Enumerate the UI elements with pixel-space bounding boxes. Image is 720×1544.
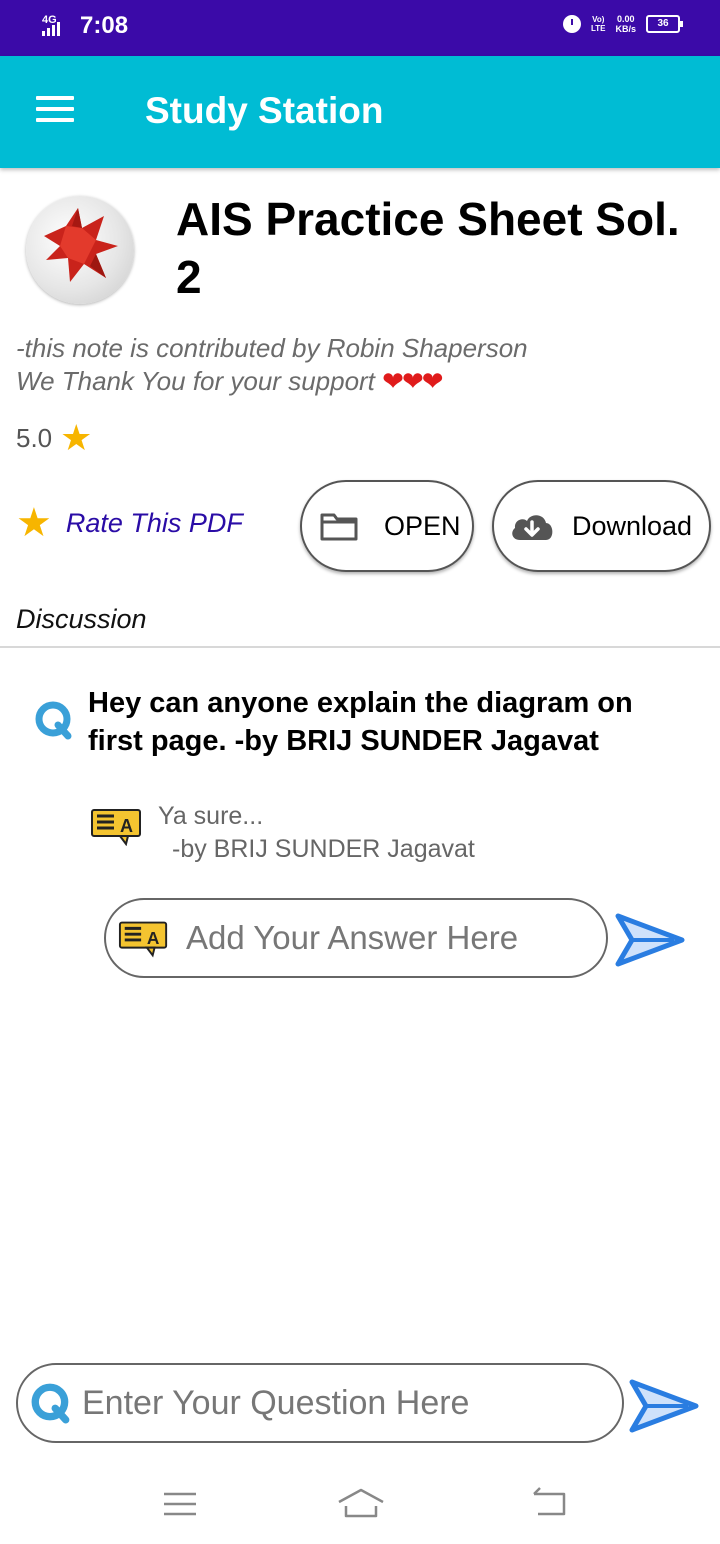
hamburger-menu-icon[interactable]: [36, 96, 76, 128]
divider: [0, 646, 720, 648]
volte-bottom: LTE: [590, 24, 606, 33]
answer-input[interactable]: A Add Your Answer Here: [104, 898, 608, 978]
clock-time: 7:08: [80, 12, 129, 39]
rate-pdf-button[interactable]: ★ Rate This PDF: [16, 501, 243, 545]
app-title: Study Station: [145, 90, 384, 131]
speed-unit: KB/s: [615, 24, 636, 34]
question-text: Hey can anyone explain the diagram on fi…: [88, 687, 633, 757]
back-icon[interactable]: [530, 1484, 570, 1524]
send-question-icon[interactable]: [628, 1376, 700, 1436]
status-right: Vo) LTE 0.00 KB/s 36: [562, 14, 683, 34]
folder-icon: [320, 513, 358, 541]
answer-item: Ya sure... -by BRIJ SUNDER Jagavat: [158, 800, 475, 866]
svg-text:A: A: [147, 928, 160, 948]
recent-apps-icon[interactable]: [160, 1484, 200, 1524]
open-button-label: OPEN: [384, 510, 461, 541]
thanks-text: We Thank You for your support: [16, 366, 375, 396]
system-nav-bar: [0, 1464, 720, 1544]
home-icon[interactable]: [336, 1484, 386, 1524]
hearts-icon: ❤❤❤: [382, 366, 443, 396]
alarm-icon: [562, 15, 581, 33]
answer-icon: A: [91, 809, 141, 846]
rating-value: 5.0: [16, 422, 53, 453]
document-title: AIS Practice Sheet Sol. 2: [176, 193, 680, 303]
download-button[interactable]: Download: [492, 480, 711, 572]
svg-text:A: A: [120, 816, 133, 836]
star-icon: ★: [16, 501, 52, 545]
contributor-line: -this note is contributed by Robin Shape…: [16, 333, 528, 363]
answer-text: Ya sure...: [158, 802, 264, 830]
answer-placeholder: Add Your Answer Here: [186, 919, 519, 956]
app-bar: Study Station: [0, 56, 720, 168]
battery-icon: 36: [646, 15, 683, 33]
question-input[interactable]: Enter Your Question Here: [16, 1363, 624, 1443]
send-answer-icon[interactable]: [614, 910, 686, 970]
cloud-download-icon: [512, 515, 553, 540]
volte-top: Vo): [592, 15, 605, 24]
question-placeholder: Enter Your Question Here: [82, 1383, 470, 1422]
discussion-heading: Discussion: [16, 604, 147, 634]
contributor-note: -this note is contributed by Robin Shape…: [16, 332, 528, 398]
origami-dragon-image: [44, 208, 118, 282]
volte-indicator: Vo) LTE: [591, 15, 606, 33]
question-q-icon: [35, 701, 72, 740]
status-left: 4G 7:08: [40, 12, 128, 40]
answer-icon: A: [118, 921, 168, 958]
star-icon: ★: [60, 417, 93, 458]
status-bar: 4G 7:08 Vo) LTE 0.00 KB/s 36: [0, 0, 720, 56]
question-card: Hey can anyone explain the diagram on fi…: [16, 662, 704, 994]
open-button[interactable]: OPEN: [300, 480, 474, 572]
answer-author: -by BRIJ SUNDER Jagavat: [172, 835, 475, 863]
speed-value: 0.00: [616, 14, 635, 24]
thanks-line: We Thank You for your support ❤❤❤: [16, 365, 528, 398]
document-thumbnail: [26, 196, 134, 304]
network-signal-icon: 4G: [40, 12, 74, 40]
download-button-label: Download: [572, 510, 693, 541]
rate-pdf-label: Rate This PDF: [65, 507, 243, 538]
network-speed: 0.00 KB/s: [615, 14, 636, 34]
question-q-icon: [31, 1383, 70, 1424]
rating-display: 5.0 ★: [16, 420, 92, 456]
